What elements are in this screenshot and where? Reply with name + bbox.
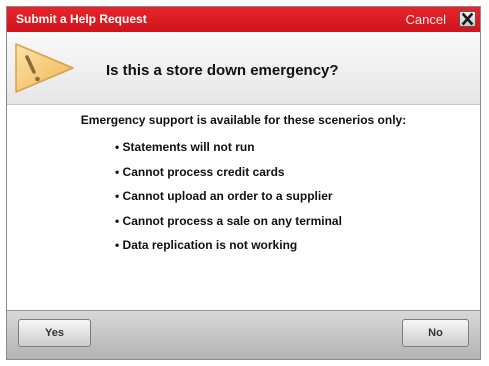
dialog-header: Is this a store down emergency? bbox=[7, 32, 480, 105]
title-bar: Submit a Help Request Cancel bbox=[7, 7, 480, 32]
dialog-title: Submit a Help Request bbox=[16, 12, 147, 26]
dialog-footer: Yes No bbox=[7, 310, 480, 359]
list-item: • Data replication is not working bbox=[115, 238, 298, 253]
emergency-question: Is this a store down emergency? bbox=[106, 62, 339, 79]
list-item: • Cannot process credit cards bbox=[115, 164, 285, 179]
list-item: • Cannot process a sale on any terminal bbox=[115, 213, 342, 228]
no-button[interactable]: No bbox=[402, 319, 469, 347]
warning-icon bbox=[15, 43, 74, 93]
scenario-list: • Statements will not run • Cannot proce… bbox=[115, 140, 342, 263]
yes-button[interactable]: Yes bbox=[18, 319, 91, 347]
cancel-button[interactable]: Cancel bbox=[406, 12, 446, 27]
close-icon bbox=[461, 12, 474, 26]
close-button[interactable] bbox=[459, 11, 476, 27]
scenarios-intro: Emergency support is available for these… bbox=[80, 113, 407, 127]
list-item: • Cannot upload an order to a supplier bbox=[115, 189, 333, 204]
list-item: • Statements will not run bbox=[115, 140, 255, 154]
help-request-dialog: Submit a Help Request Cancel Is this a s… bbox=[6, 6, 481, 360]
